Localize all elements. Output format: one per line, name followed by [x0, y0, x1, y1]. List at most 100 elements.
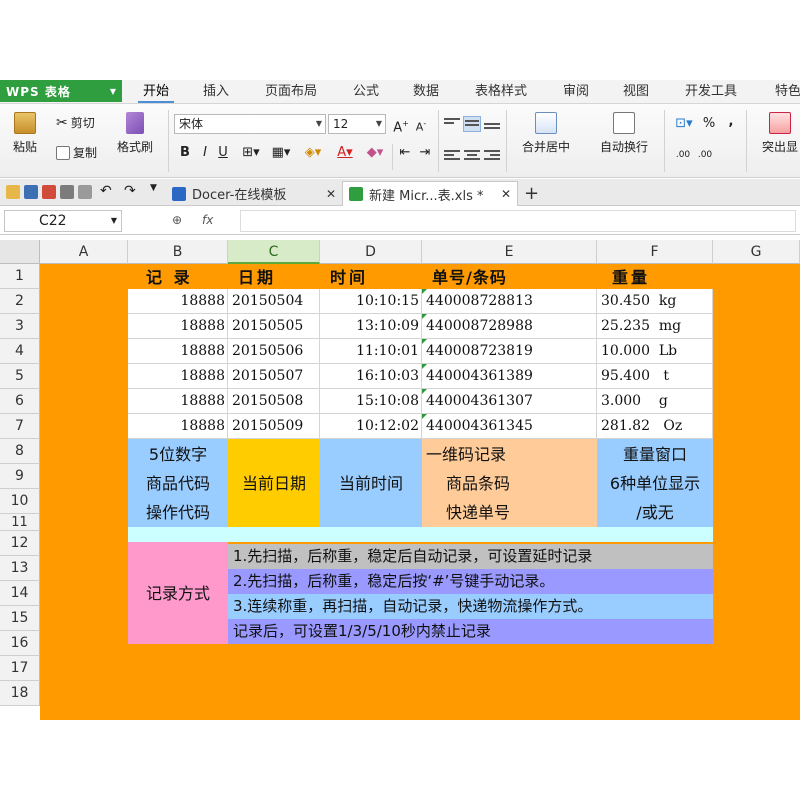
record-method-label-cell[interactable]: 记录方式	[128, 542, 228, 644]
row-header[interactable]: 1	[0, 264, 40, 289]
column-header-b[interactable]: B	[128, 240, 228, 264]
column-header-e[interactable]: E	[422, 240, 597, 264]
tab-table-style[interactable]: 表格样式	[468, 83, 534, 103]
table-cell[interactable]: 25.235 mg	[597, 314, 713, 339]
cut-button[interactable]: ✂ 剪切	[56, 114, 95, 131]
row-header[interactable]: 18	[0, 681, 40, 706]
row-header[interactable]: 15	[0, 606, 40, 631]
italic-button[interactable]: I	[196, 144, 214, 162]
wrap-text-button[interactable]: 自动换行	[592, 112, 656, 155]
bold-button[interactable]: B	[176, 144, 194, 162]
table-cell[interactable]: 20150508	[228, 389, 320, 414]
increase-decimal-button[interactable]: .00	[672, 146, 694, 164]
shrink-font-button[interactable]: A-	[412, 115, 430, 134]
table-cell[interactable]: 18888	[128, 389, 228, 414]
increase-indent-button[interactable]: ⇥	[416, 144, 434, 162]
decrease-decimal-button[interactable]: .00	[694, 146, 716, 164]
format-painter-button[interactable]: 格式刷	[112, 112, 158, 155]
column-header-d[interactable]: D	[320, 240, 422, 264]
row-header[interactable]: 11	[0, 514, 40, 531]
column-header-c[interactable]: C	[228, 240, 320, 264]
table-cell[interactable]: 440004361307	[422, 389, 597, 414]
currency-button[interactable]: ⊡▾	[672, 115, 696, 133]
align-top-icon[interactable]	[443, 116, 461, 132]
column-header-a[interactable]: A	[40, 240, 128, 264]
tab-page-layout[interactable]: 页面布局	[258, 83, 324, 103]
row-header[interactable]: 16	[0, 631, 40, 656]
tab-developer[interactable]: 开发工具	[678, 83, 744, 103]
tab-view[interactable]: 视图	[618, 83, 654, 103]
zoom-search-icon[interactable]: ⊕	[172, 213, 182, 227]
row-header[interactable]: 13	[0, 556, 40, 581]
tab-data[interactable]: 数据	[408, 83, 444, 103]
table-cell[interactable]: 20150509	[228, 414, 320, 439]
row-header[interactable]: 6	[0, 389, 40, 414]
column-header-f[interactable]: F	[597, 240, 713, 264]
app-menu-button[interactable]: WPS 表格 ▼	[0, 80, 122, 102]
table-cell[interactable]: 95.400 t	[597, 364, 713, 389]
row-header[interactable]: 8	[0, 439, 40, 464]
method-line-3[interactable]: 3.连续称重，再扫描，自动记录，快递物流操作方式。	[228, 594, 713, 619]
table-cell[interactable]: 440004361389	[422, 364, 597, 389]
grow-font-button[interactable]: A+	[392, 115, 410, 135]
code-description-cell[interactable]: 5位数字 商品代码 操作代码	[128, 439, 228, 527]
font-size-select[interactable]: 12 ▼	[328, 114, 386, 134]
row-header[interactable]: 12	[0, 531, 40, 556]
tab-home[interactable]: 开始	[138, 83, 174, 103]
clear-format-button[interactable]: ◆▾	[362, 144, 388, 162]
fill-color-button[interactable]: ◈▾	[300, 144, 326, 162]
tab-docer-templates[interactable]: Docer-在线模板 ✕	[166, 181, 342, 206]
table-cell[interactable]: 13:10:09	[320, 314, 422, 339]
new-tab-button[interactable]: +	[518, 181, 546, 206]
select-all-corner[interactable]	[0, 240, 40, 264]
tab-special[interactable]: 特色	[768, 83, 800, 103]
row-header[interactable]: 9	[0, 464, 40, 489]
table-cell[interactable]: 281.82 Oz	[597, 414, 713, 439]
close-icon[interactable]: ✕	[326, 187, 336, 201]
font-color-button[interactable]: A▾	[332, 144, 358, 162]
copy-button[interactable]: 复制	[56, 144, 97, 161]
table-cell[interactable]: 10.000 Lb	[597, 339, 713, 364]
print-preview-icon[interactable]	[78, 185, 92, 199]
cell-style-button[interactable]: ▦▾	[268, 144, 294, 162]
table-cell[interactable]: 11:10:01	[320, 339, 422, 364]
barcode-description-cell[interactable]: 一维码记录 商品条码 快递单号	[422, 439, 597, 527]
row-header[interactable]: 14	[0, 581, 40, 606]
paste-button[interactable]: 粘贴	[8, 112, 42, 155]
table-cell[interactable]: 20150504	[228, 289, 320, 314]
percent-button[interactable]: %	[700, 115, 718, 133]
table-cell[interactable]: 440004361345	[422, 414, 597, 439]
table-cell[interactable]: 20150507	[228, 364, 320, 389]
font-name-select[interactable]: 宋体 ▼	[174, 114, 326, 134]
underline-button[interactable]: U	[214, 144, 232, 162]
tab-spreadsheet-file[interactable]: 新建 Micr...表.xls * ✕	[342, 181, 518, 206]
time-description-cell[interactable]: 当前时间	[320, 439, 422, 527]
table-cell[interactable]: 16:10:03	[320, 364, 422, 389]
close-icon[interactable]: ✕	[501, 187, 511, 201]
table-cell[interactable]: 18888	[128, 364, 228, 389]
align-left-icon[interactable]	[443, 148, 461, 164]
row-header[interactable]: 5	[0, 364, 40, 389]
method-line-2[interactable]: 2.先扫描，后称重，稳定后按‘#’号键手动记录。	[228, 569, 713, 594]
table-cell[interactable]: 440008728813	[422, 289, 597, 314]
tab-review[interactable]: 审阅	[558, 83, 594, 103]
redo-icon[interactable]: ↷	[124, 183, 138, 199]
undo-icon[interactable]: ↶	[100, 183, 114, 199]
align-right-icon[interactable]	[483, 148, 501, 164]
align-middle-icon[interactable]	[463, 116, 481, 132]
open-folder-icon[interactable]	[6, 185, 20, 199]
date-description-cell[interactable]: 当前日期	[228, 439, 320, 527]
method-line-4[interactable]: 记录后，可设置1/3/5/10秒内禁止记录	[228, 619, 713, 644]
table-cell[interactable]: 18888	[128, 414, 228, 439]
print-icon[interactable]	[60, 185, 74, 199]
tab-formulas[interactable]: 公式	[348, 83, 384, 103]
weight-description-cell[interactable]: 重量窗口 6种单位显示 /或无	[597, 439, 713, 527]
table-cell[interactable]: 3.000 g	[597, 389, 713, 414]
row-header[interactable]: 4	[0, 339, 40, 364]
export-pdf-icon[interactable]	[42, 185, 56, 199]
row-header[interactable]: 2	[0, 289, 40, 314]
comma-button[interactable]: ,	[722, 113, 740, 131]
table-cell[interactable]: 10:12:02	[320, 414, 422, 439]
table-cell[interactable]: 18888	[128, 339, 228, 364]
chevron-down-icon[interactable]: ▼	[150, 183, 164, 197]
